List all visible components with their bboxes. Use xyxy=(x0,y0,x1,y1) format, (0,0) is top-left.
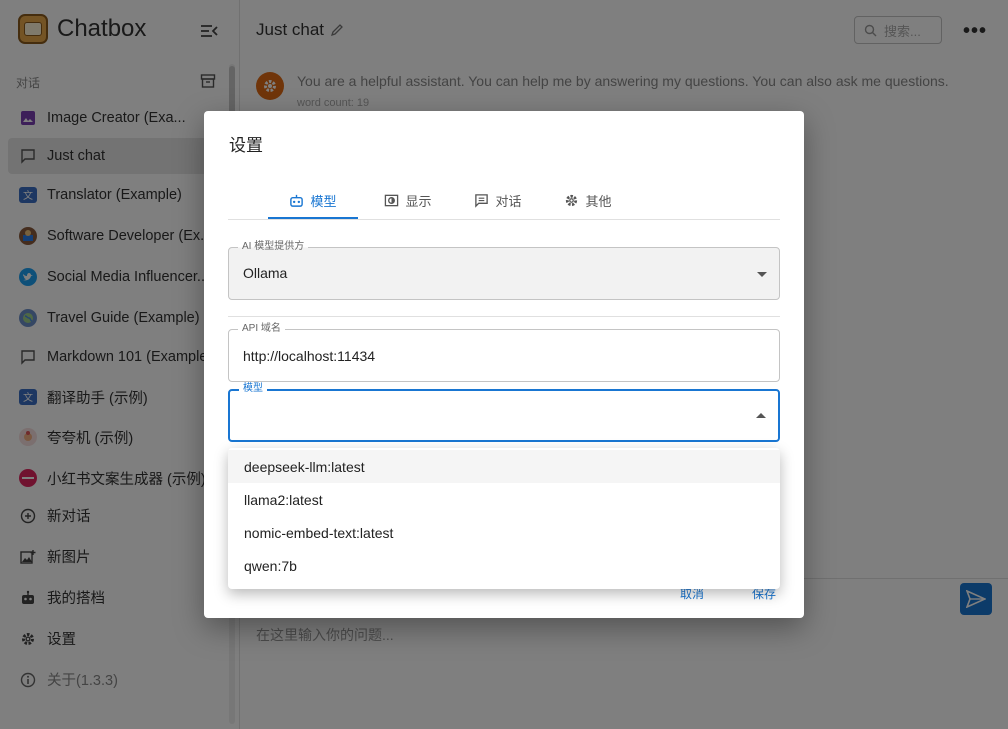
model-option[interactable]: qwen:7b xyxy=(228,549,780,582)
tab-model-label: 模型 xyxy=(310,194,337,209)
chevron-down-icon xyxy=(757,272,767,277)
active-tab-indicator xyxy=(268,217,358,219)
tab-other[interactable]: 其他 xyxy=(548,181,628,220)
model-option[interactable]: nomic-embed-text:latest xyxy=(228,516,780,549)
provider-label: AI 模型提供方 xyxy=(238,241,309,253)
api-host-value: http://localhost:11434 xyxy=(243,348,376,364)
provider-value: Ollama xyxy=(243,265,288,281)
model-option[interactable]: llama2:latest xyxy=(228,483,780,516)
model-dropdown-menu: deepseek-llm:latest llama2:latest nomic-… xyxy=(228,448,780,589)
tab-chat-label: 对话 xyxy=(495,194,522,209)
gear-icon xyxy=(564,193,579,208)
display-icon xyxy=(384,193,399,208)
tab-other-label: 其他 xyxy=(585,194,612,209)
model-label: 模型 xyxy=(239,383,267,395)
settings-tabs: 模型 显示 对话 其他 xyxy=(228,181,780,220)
api-host-label: API 域名 xyxy=(238,323,285,335)
chevron-up-icon xyxy=(756,413,766,418)
divider xyxy=(228,316,780,317)
dialog-title: 设置 xyxy=(229,136,263,155)
robot-icon xyxy=(289,193,304,208)
tab-display[interactable]: 显示 xyxy=(368,181,448,220)
api-host-field[interactable]: API 域名 http://localhost:11434 xyxy=(228,323,780,382)
tab-chat[interactable]: 对话 xyxy=(458,181,538,220)
chat-icon xyxy=(474,193,489,208)
provider-select[interactable]: AI 模型提供方 Ollama xyxy=(228,241,780,300)
model-select[interactable]: 模型 xyxy=(228,383,780,442)
tab-display-label: 显示 xyxy=(405,194,432,209)
tab-model[interactable]: 模型 xyxy=(268,181,358,220)
model-option[interactable]: deepseek-llm:latest xyxy=(228,450,780,483)
